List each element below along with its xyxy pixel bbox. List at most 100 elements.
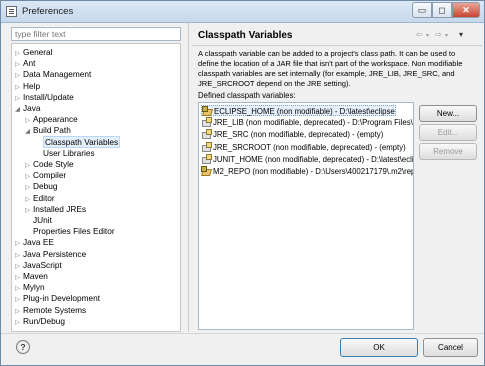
variable-row[interactable]: JRE_SRC (non modifiable, deprecated) - (… xyxy=(201,129,383,140)
tree-item-label: Run/Debug xyxy=(23,315,65,326)
page-description: A classpath variable can be added to a p… xyxy=(198,49,463,88)
expand-arrow-icon[interactable]: ▷ xyxy=(15,261,23,272)
tree-item-label: Classpath Variables xyxy=(43,135,121,148)
tree-item-classpath-variables[interactable]: Classpath Variables xyxy=(35,135,121,148)
expand-arrow-icon[interactable]: ▷ xyxy=(15,317,23,328)
deprecated-variable-icon xyxy=(201,129,212,140)
tree-item-general[interactable]: ▷ General xyxy=(15,47,53,58)
close-button[interactable]: ✕ xyxy=(452,2,480,18)
tree-item-label: Code Style xyxy=(33,159,74,169)
tree-item-label: User Libraries xyxy=(43,147,95,158)
tree-item-label: Debug xyxy=(33,181,58,192)
preferences-window: Preferences ▭ ◻ ✕ ▷Run/Debug▷Remote Syst… xyxy=(0,0,485,366)
tree-item-label: Editor xyxy=(33,192,55,203)
tree-item-data-management[interactable]: ▷ Data Management xyxy=(15,69,91,80)
tree-item-label: JUnit xyxy=(33,215,52,225)
preference-tree: ▷ Run/Debug ▷ Remote Systems ▷ Plug-in Develo… xyxy=(11,43,181,332)
expand-arrow-icon[interactable]: ▷ xyxy=(15,306,23,317)
expand-arrow-icon[interactable]: ▷ xyxy=(15,283,23,294)
expand-arrow-icon[interactable]: ▷ xyxy=(15,59,23,70)
cancel-button[interactable]: Cancel xyxy=(423,338,478,357)
expand-arrow-icon[interactable]: ▷ xyxy=(15,250,23,261)
expand-arrow-icon[interactable]: ▷ xyxy=(25,171,33,182)
tree-item-properties-files-editor[interactable]: Properties Files Editor xyxy=(25,226,115,237)
edit-button[interactable]: Edit... xyxy=(419,124,477,141)
tree-item-label: Java EE xyxy=(23,237,54,248)
variable-text: JRE_LIB (non modifiable, deprecated) - D… xyxy=(213,118,414,128)
expand-arrow-icon[interactable]: ▷ xyxy=(15,48,23,59)
tree-item-user-libraries[interactable]: User Libraries xyxy=(35,148,95,159)
defined-variables-label: Defined classpath variables: xyxy=(198,91,296,100)
expand-arrow-icon[interactable]: ▷ xyxy=(25,182,33,193)
preference-page: Classpath Variables ⇦ ▾ ⇨ ▾ ▾ A classpat… xyxy=(192,23,482,332)
tree-item-java[interactable]: ◢ Java xyxy=(15,103,41,114)
tree-item-label: Mylyn xyxy=(23,282,45,293)
tree-item-label: Build Path xyxy=(33,125,71,136)
tree-item-remote-systems[interactable]: ▷ Remote Systems xyxy=(15,305,86,316)
expand-arrow-icon[interactable]: ▷ xyxy=(25,205,33,216)
filter-input[interactable] xyxy=(11,27,181,41)
variable-row[interactable]: JUNIT_HOME (non modifiable, deprecated) … xyxy=(201,153,414,165)
expand-arrow-icon[interactable]: ▷ xyxy=(25,160,33,171)
forward-arrow-icon[interactable]: ⇨ xyxy=(435,30,442,39)
tree-item-plug-in-development[interactable]: ▷ Plug-in Development xyxy=(15,293,100,304)
tree-item-run-debug[interactable]: ▷ Run/Debug xyxy=(15,316,65,327)
expand-arrow-icon[interactable]: ▷ xyxy=(15,238,23,249)
tree-item-java-persistence[interactable]: ▷ Java Persistence xyxy=(15,249,86,260)
help-icon[interactable]: ? xyxy=(16,340,30,354)
expand-arrow-icon[interactable]: ▷ xyxy=(25,115,33,126)
variable-row[interactable]: JRE_SRCROOT (non modifiable, deprecated)… xyxy=(201,141,406,153)
variable-text: ECLIPSE_HOME (non modifiable) - D:\lates… xyxy=(214,107,395,116)
back-dropdown-icon[interactable]: ▾ xyxy=(426,32,429,39)
classpath-variables-list: ECLIPSE_HOME (non modifiable) - D:\lates… xyxy=(198,102,414,330)
tree-item-java-ee[interactable]: ▷ Java EE xyxy=(15,237,54,248)
variable-row[interactable]: M2_REPO (non modifiable) - D:\Users\4002… xyxy=(201,166,414,177)
tree-item-appearance[interactable]: ▷ Appearance xyxy=(25,114,78,125)
tree-scrollbar[interactable]: ▲ ▼ xyxy=(180,44,181,331)
variable-row[interactable]: JRE_LIB (non modifiable, deprecated) - D… xyxy=(201,117,414,128)
locked-variable-icon xyxy=(201,166,210,175)
tree-item-mylyn[interactable]: ▷ Mylyn xyxy=(15,282,45,293)
tree-item-label: Appearance xyxy=(33,114,78,125)
collapse-arrow-icon[interactable]: ◢ xyxy=(15,104,23,115)
expand-arrow-icon[interactable]: ▷ xyxy=(15,294,23,305)
expand-arrow-icon[interactable]: ▷ xyxy=(15,93,23,104)
panel-divider[interactable] xyxy=(188,23,191,332)
tree-item-ant[interactable]: ▷ Ant xyxy=(15,58,35,69)
variable-text: JUNIT_HOME (non modifiable, deprecated) … xyxy=(213,154,414,164)
remove-button[interactable]: Remove xyxy=(419,143,477,160)
expand-arrow-icon[interactable]: ▷ xyxy=(25,194,33,205)
tree-item-label: General xyxy=(23,47,53,57)
tree-item-label: Ant xyxy=(23,58,36,69)
tree-item-editor[interactable]: ▷ Editor xyxy=(25,193,55,204)
tree-item-javascript[interactable]: ▷ JavaScript xyxy=(15,260,62,271)
tree-item-maven[interactable]: ▷ Maven xyxy=(15,271,48,282)
tree-item-help[interactable]: ▷ Help xyxy=(15,81,40,92)
forward-dropdown-icon[interactable]: ▾ xyxy=(445,32,448,39)
expand-arrow-icon[interactable]: ▷ xyxy=(15,272,23,283)
tree-item-installed-jres[interactable]: ▷ Installed JREs xyxy=(25,204,86,215)
new-button[interactable]: New... xyxy=(419,105,477,122)
deprecated-variable-icon xyxy=(201,153,212,164)
tree-item-code-style[interactable]: ▷ Code Style xyxy=(25,159,74,170)
tree-item-install-update[interactable]: ▷ Install/Update xyxy=(15,92,74,103)
view-menu-icon[interactable]: ▾ xyxy=(459,30,463,39)
variable-text: M2_REPO (non modifiable) - D:\Users\4002… xyxy=(213,167,414,176)
tree-item-junit[interactable]: JUnit xyxy=(25,215,52,226)
tree-item-label: Help xyxy=(23,80,41,91)
collapse-arrow-icon[interactable]: ◢ xyxy=(25,126,33,137)
tree-item-build-path[interactable]: ◢ Build Path xyxy=(25,125,71,136)
back-arrow-icon[interactable]: ⇦ xyxy=(416,30,423,39)
expand-arrow-icon[interactable]: ▷ xyxy=(15,82,23,93)
maximize-button[interactable]: ◻ xyxy=(432,2,452,18)
expand-arrow-icon[interactable]: ▷ xyxy=(15,70,23,81)
tree-item-label: Data Management xyxy=(23,69,92,80)
tree-item-label: Remote Systems xyxy=(23,304,87,315)
page-title: Classpath Variables xyxy=(198,30,293,41)
ok-button[interactable]: OK xyxy=(340,338,418,357)
variable-row[interactable]: ECLIPSE_HOME (non modifiable) - D:\lates… xyxy=(201,105,396,116)
title-bar[interactable]: Preferences ▭ ◻ ✕ xyxy=(1,1,484,23)
minimize-button[interactable]: ▭ xyxy=(412,2,432,18)
tree-item-compiler[interactable]: ▷ Compiler xyxy=(25,170,66,181)
tree-item-debug[interactable]: ▷ Debug xyxy=(25,181,57,192)
